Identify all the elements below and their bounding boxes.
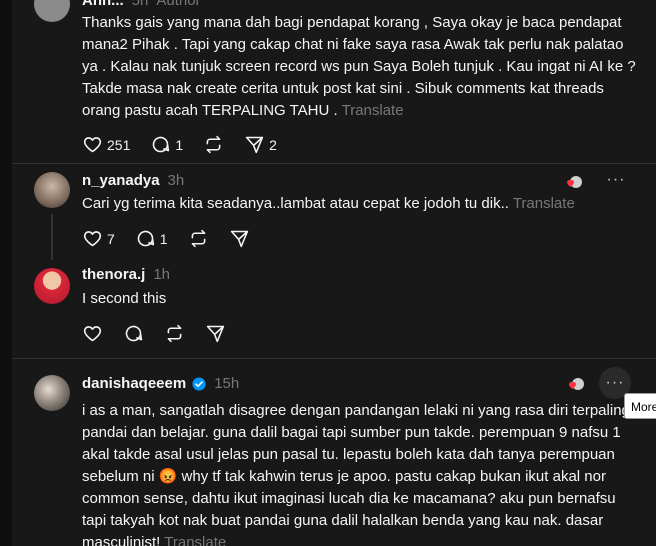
- post-text: i as a man, sangatlah disagree dengan pa…: [82, 400, 638, 546]
- comment-icon: [153, 136, 170, 153]
- share-button[interactable]: [229, 228, 250, 249]
- thread-line: [51, 214, 53, 260]
- avatar[interactable]: [34, 0, 70, 22]
- more-options-button[interactable]: ···: [600, 164, 632, 196]
- heart-icon: [83, 326, 102, 342]
- comment-icon: [137, 230, 154, 247]
- heart-icon: [83, 137, 102, 153]
- like-count: 251: [107, 136, 131, 153]
- avatar[interactable]: [34, 268, 70, 304]
- post-text: Thanks gais yang mana dah bagi pendapat …: [82, 14, 636, 119]
- reply-button[interactable]: [123, 323, 144, 344]
- like-button[interactable]: 7: [82, 228, 115, 249]
- repost-icon: [167, 324, 182, 343]
- translate-link[interactable]: Translate: [164, 534, 226, 546]
- author-liked-icon: [569, 378, 584, 390]
- comment-icon: [125, 325, 143, 342]
- reply-actions: 7 1: [82, 228, 270, 249]
- like-button[interactable]: 251: [82, 134, 130, 155]
- translate-link[interactable]: Translate: [513, 195, 575, 212]
- like-count: 7: [107, 230, 115, 247]
- author-post: Ahh... 5h Author Thanks gais yang mana d…: [12, 0, 656, 160]
- timestamp: 15h: [214, 375, 240, 392]
- username[interactable]: n_yanadya: [82, 172, 160, 189]
- author-liked-icon: [567, 176, 582, 188]
- reply-count: 1: [175, 136, 184, 153]
- heart-icon: [83, 231, 102, 247]
- reply-post: n_yanadya 3h ··· Cari yg terima kita sea…: [12, 164, 656, 262]
- username[interactable]: danishaqeeem: [82, 375, 186, 392]
- timestamp: 5h: [131, 0, 149, 9]
- send-icon: [230, 230, 248, 248]
- reply-actions: [82, 323, 246, 344]
- post-header: Ahh... 5h Author: [82, 0, 201, 9]
- post-header: danishaqeeem 15h: [82, 375, 239, 392]
- send-icon: [245, 136, 264, 154]
- share-button[interactable]: [205, 323, 226, 344]
- author-tag: Author: [156, 0, 201, 9]
- avatar[interactable]: [34, 172, 70, 208]
- more-icon: ···: [606, 171, 626, 188]
- reply-button[interactable]: 1: [150, 134, 183, 155]
- translate-link[interactable]: Translate: [342, 102, 404, 119]
- reply-button[interactable]: 1: [135, 228, 168, 249]
- reply-post: thenora.j 1h I second this: [12, 262, 656, 357]
- repost-button[interactable]: [203, 134, 224, 155]
- repost-icon: [191, 229, 206, 248]
- post-actions: 251 1 2: [82, 134, 297, 155]
- timestamp: 1h: [153, 266, 171, 283]
- repost-button[interactable]: [188, 228, 209, 249]
- reply-post: danishaqeeem 15h ··· i as a man, sangatl…: [12, 359, 656, 546]
- send-icon: [206, 325, 225, 343]
- reply-header: thenora.j 1h: [82, 266, 170, 283]
- share-count: 2: [269, 136, 277, 153]
- repost-button[interactable]: [164, 323, 185, 344]
- more-tooltip: More: [624, 393, 656, 419]
- reply-text: I second this: [82, 290, 167, 307]
- timestamp: 3h: [167, 172, 185, 189]
- reply-count: 1: [159, 230, 168, 247]
- repost-icon: [206, 135, 221, 154]
- reply-text: Cari yg terima kita seadanya..lambat ata…: [82, 195, 575, 212]
- like-button[interactable]: [82, 323, 103, 344]
- username[interactable]: thenora.j: [82, 266, 145, 283]
- share-button[interactable]: 2: [244, 134, 277, 155]
- reply-header: n_yanadya 3h: [82, 172, 184, 189]
- verified-badge-icon: [192, 376, 206, 391]
- threads-feed: Ahh... 5h Author Thanks gais yang mana d…: [12, 0, 656, 546]
- avatar[interactable]: [34, 375, 70, 411]
- username[interactable]: Ahh...: [82, 0, 124, 9]
- more-icon: ···: [605, 374, 625, 391]
